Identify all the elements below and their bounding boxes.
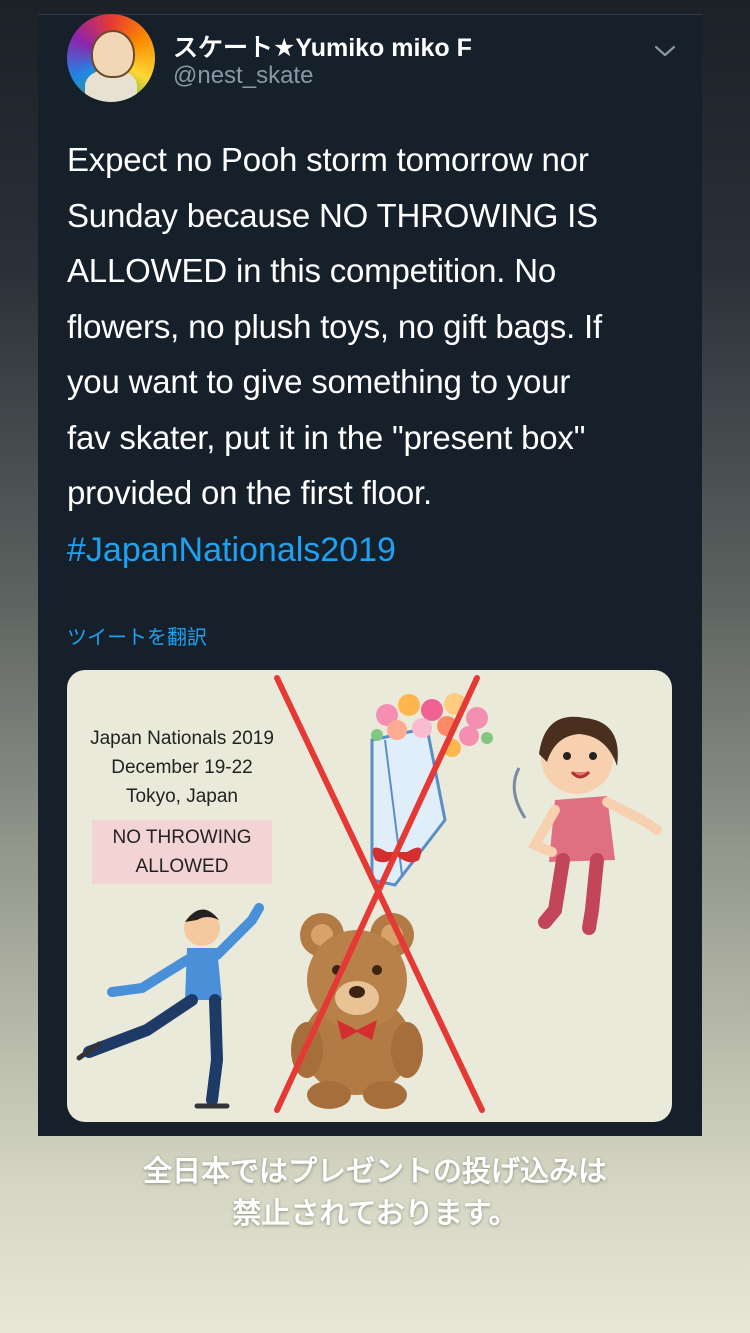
- caption-line: 禁止されております。: [232, 1196, 518, 1230]
- avatar-face: [91, 30, 135, 78]
- image-illustrations: [76, 675, 662, 1113]
- throwing-girl-illustration: [512, 716, 662, 935]
- user-handle[interactable]: @nest_skate: [173, 62, 313, 90]
- display-name[interactable]: スケート★Yumiko miko F: [173, 28, 472, 64]
- tweet-card[interactable]: スケート★Yumiko miko F @nest_skate Expect no…: [38, 14, 702, 1136]
- avatar[interactable]: [67, 14, 155, 102]
- caption-line: 全日本ではプレゼントの投げ込みは: [142, 1154, 607, 1188]
- flower-bouquet-illustration: [370, 693, 493, 887]
- story-caption: 全日本ではプレゼントの投げ込みは 禁止されております。: [0, 1150, 750, 1234]
- hashtag-link[interactable]: #JapanNationals2019: [67, 531, 396, 570]
- tweet-text: Expect no Pooh storm tomorrow nor Sunday…: [67, 141, 602, 511]
- tweet-image[interactable]: Japan Nationals 2019 December 19-22 Toky…: [67, 670, 672, 1122]
- figure-skater-illustration: [76, 903, 264, 1109]
- translate-tweet-link[interactable]: ツイートを翻訳: [67, 621, 207, 650]
- chevron-down-icon[interactable]: [650, 36, 680, 66]
